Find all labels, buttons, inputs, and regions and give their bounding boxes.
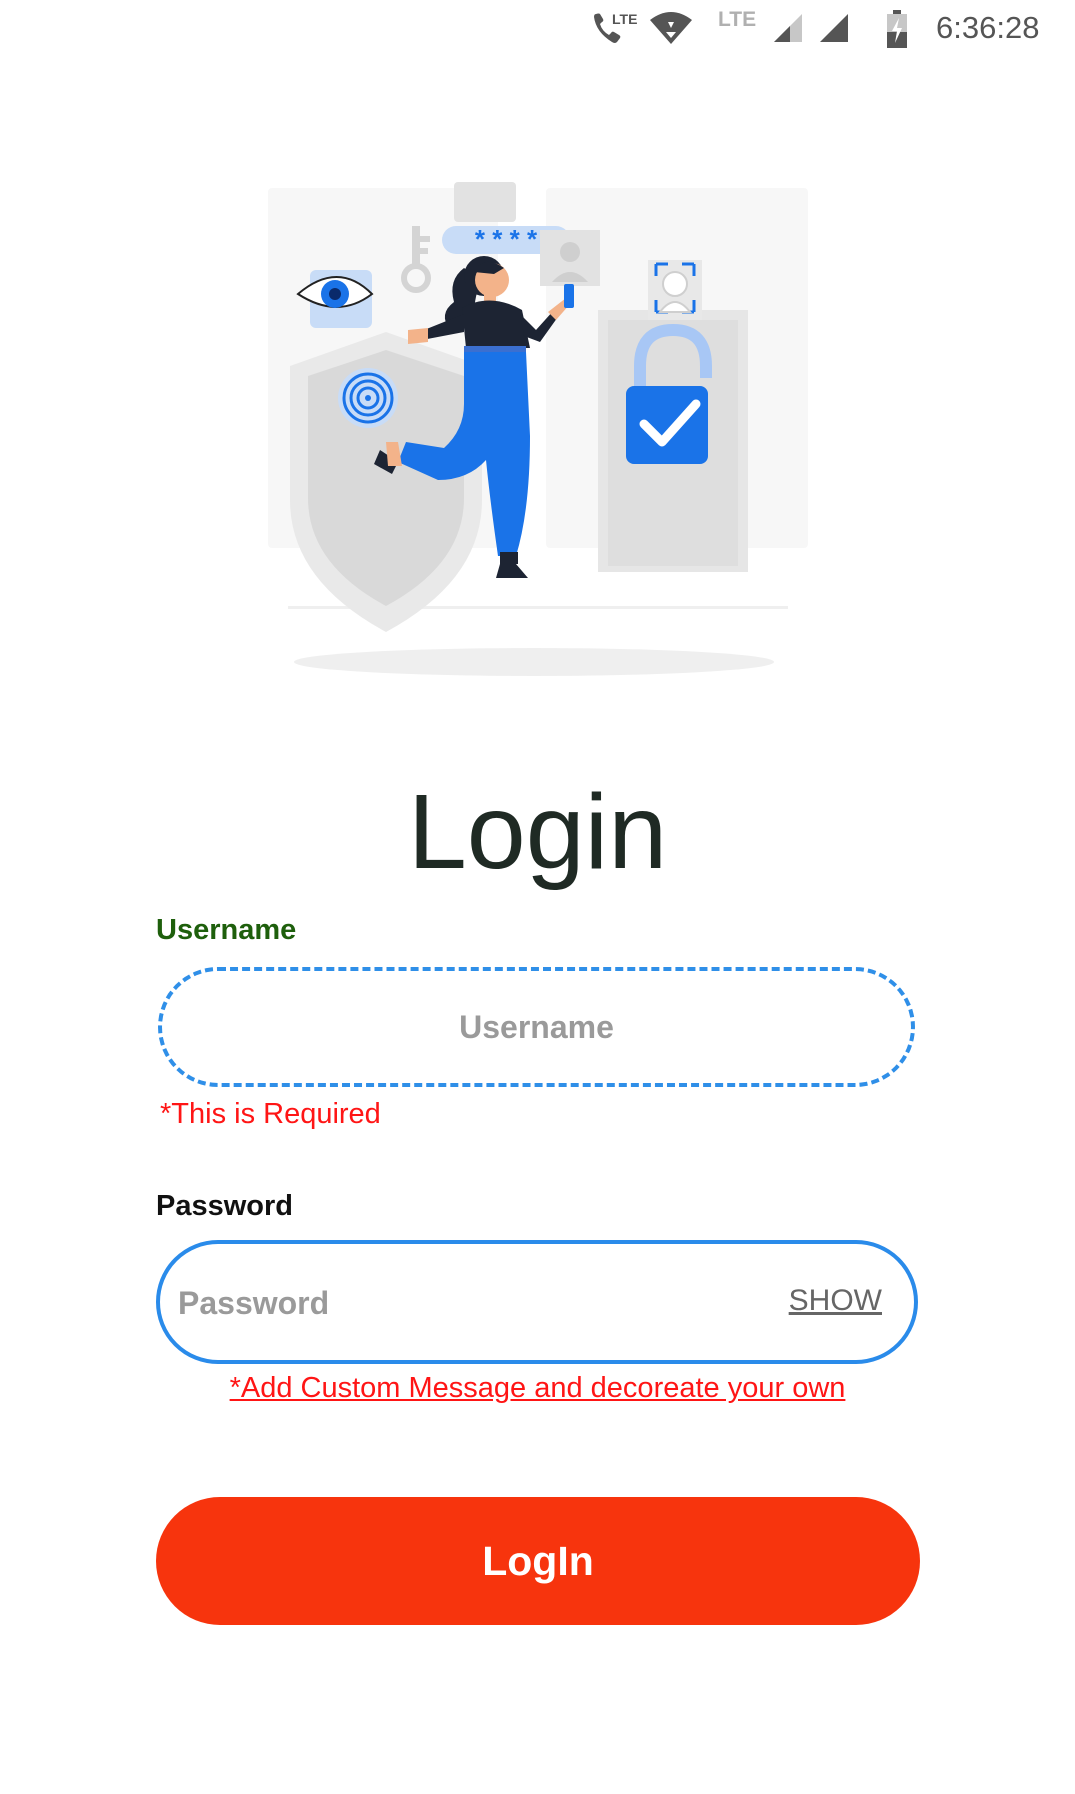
signal-icon	[820, 14, 848, 42]
status-bar: LTE LTE 6:36:28	[0, 0, 1075, 60]
folder-icon	[454, 182, 516, 222]
clock: 6:36:28	[936, 10, 1040, 45]
login-button[interactable]: LogIn	[156, 1497, 920, 1625]
username-field-container	[158, 967, 915, 1087]
password-input[interactable]	[176, 1270, 740, 1336]
profile-picture-icon	[540, 230, 600, 286]
username-label: Username	[156, 914, 297, 946]
svg-text:LTE: LTE	[612, 11, 637, 27]
username-input[interactable]	[197, 1007, 876, 1047]
svg-text:* * * *: * * * *	[475, 224, 538, 254]
username-error-message: *This is Required	[160, 1098, 381, 1130]
call-lte-icon: LTE	[594, 11, 637, 43]
page-title: Login	[407, 773, 668, 891]
face-id-icon	[648, 260, 702, 320]
signal-icon	[774, 14, 802, 42]
network-type-label: LTE	[718, 8, 757, 31]
battery-charging-icon	[887, 10, 907, 48]
wifi-icon	[650, 12, 692, 44]
password-field-container: SHOW	[156, 1240, 918, 1364]
password-label: Password	[156, 1190, 293, 1222]
password-error-message: *Add Custom Message and decoreate your o…	[229, 1372, 846, 1404]
fingerprint-icon	[338, 368, 398, 428]
login-security-illustration: * * * *	[268, 182, 808, 676]
show-password-toggle[interactable]: SHOW	[789, 1284, 882, 1318]
